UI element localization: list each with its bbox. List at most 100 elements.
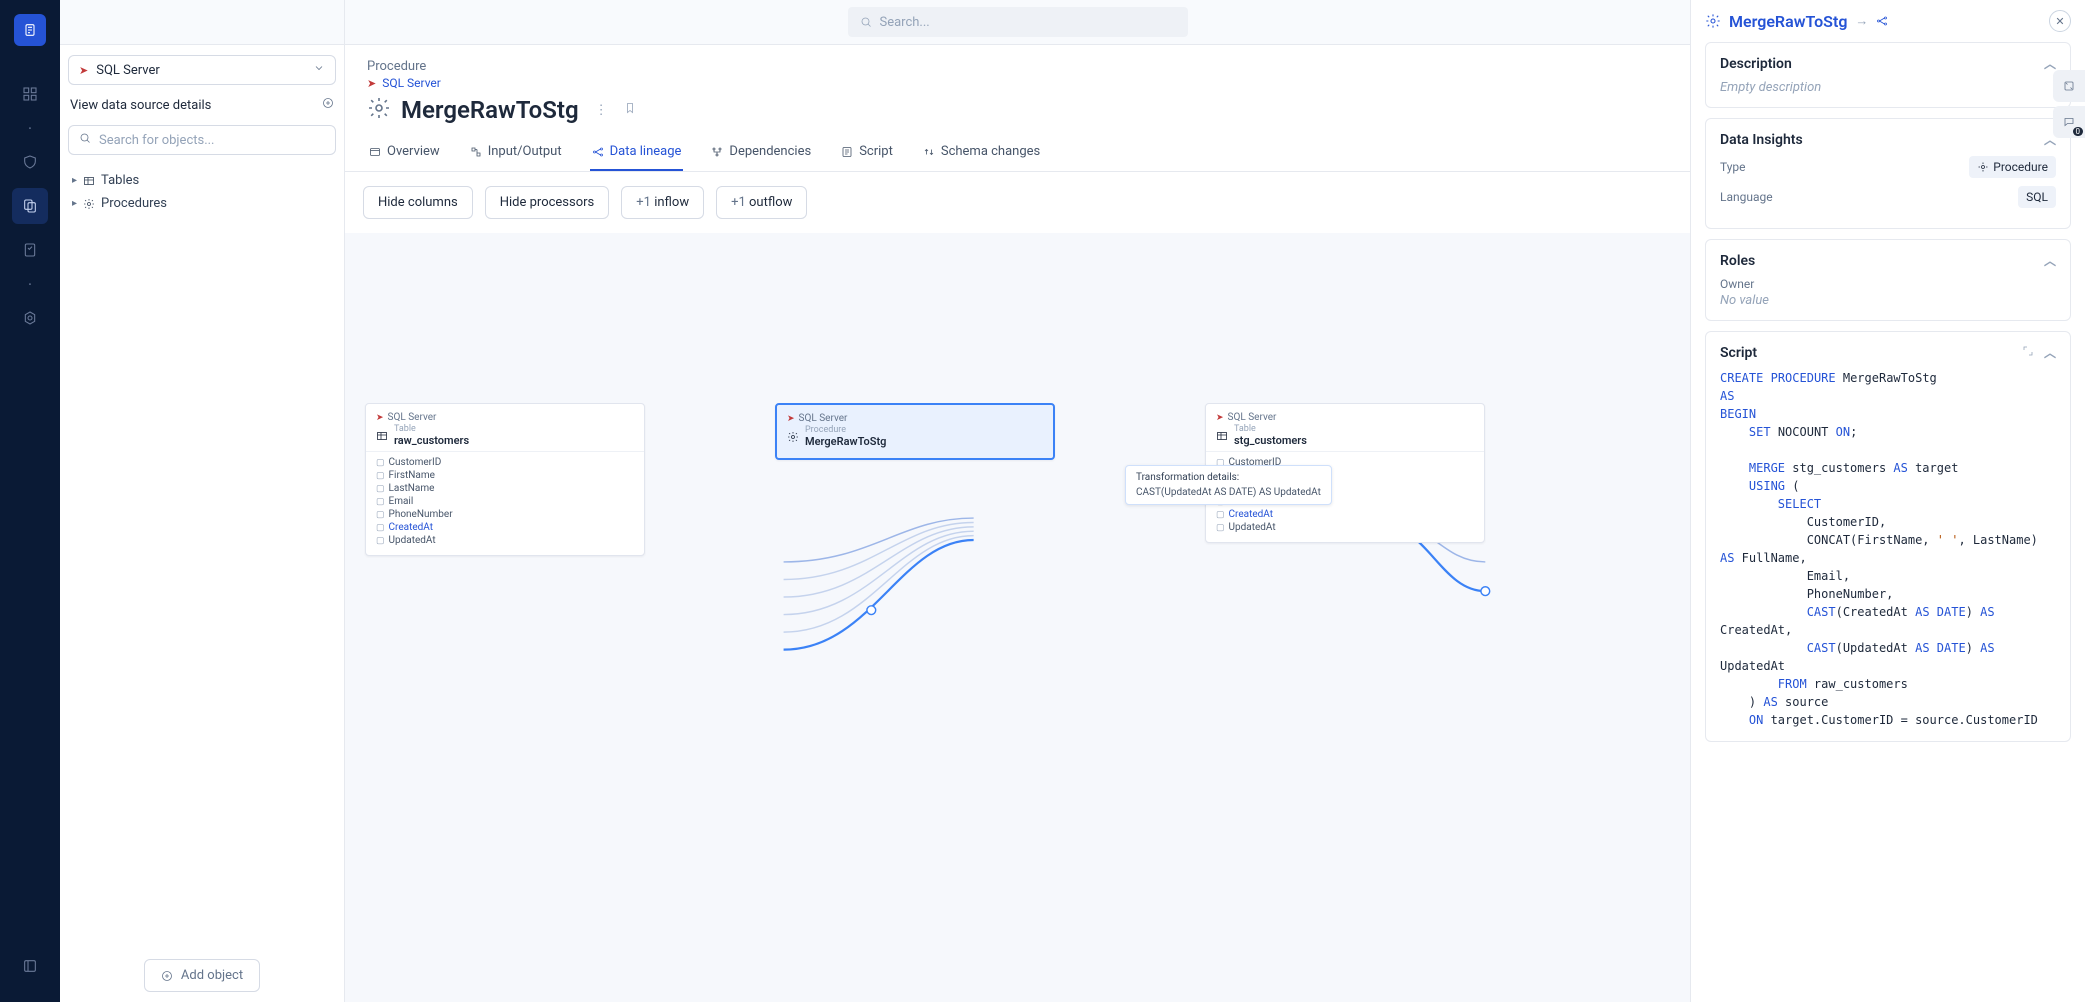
tab-io[interactable]: Input/Output bbox=[468, 134, 564, 171]
roles-heading: Roles bbox=[1720, 253, 1755, 269]
nav-catalog-icon[interactable] bbox=[12, 188, 48, 224]
chevron-down-icon bbox=[313, 62, 325, 78]
floating-comments-button[interactable]: 0 bbox=[2053, 106, 2085, 138]
column-updatedat[interactable]: ▢UpdatedAt bbox=[376, 534, 634, 547]
global-search-input[interactable]: Search... bbox=[848, 7, 1188, 37]
object-search-placeholder: Search for objects... bbox=[99, 133, 215, 148]
nav-separator-2: • bbox=[12, 276, 48, 292]
overview-icon bbox=[369, 146, 381, 158]
sqlserver-icon: ➤ bbox=[79, 64, 88, 77]
language-pill: SQL bbox=[2018, 186, 2056, 208]
tab-script[interactable]: Script bbox=[839, 134, 895, 171]
tab-overview[interactable]: Overview bbox=[367, 134, 442, 171]
column-lastname[interactable]: ▢LastName bbox=[376, 482, 634, 495]
global-search-placeholder: Search... bbox=[880, 15, 930, 30]
script-code: CREATE PROCEDURE MergeRawToStg AS BEGIN … bbox=[1720, 369, 2056, 729]
column-updatedat[interactable]: ▢UpdatedAt bbox=[1216, 521, 1474, 534]
gear-icon bbox=[1977, 161, 1989, 173]
io-icon bbox=[470, 146, 482, 158]
caret-right-icon: ▸ bbox=[72, 198, 77, 209]
column-customerid[interactable]: ▢CustomerID bbox=[376, 456, 634, 469]
arrow-right-icon: → bbox=[1855, 13, 1868, 29]
tab-schema-label: Schema changes bbox=[941, 144, 1040, 159]
add-object-button[interactable]: Add object bbox=[144, 959, 260, 992]
description-empty: Empty description bbox=[1720, 80, 2056, 95]
insights-heading: Data Insights bbox=[1720, 132, 1803, 148]
comments-badge: 0 bbox=[2073, 127, 2084, 136]
tab-lineage[interactable]: Data lineage bbox=[590, 134, 684, 171]
more-menu-button[interactable]: ⋮ bbox=[595, 103, 608, 118]
tree-procedures-label: Procedures bbox=[101, 196, 167, 211]
chevron-up-icon[interactable]: ︿ bbox=[2044, 252, 2056, 269]
nav-collapse-icon[interactable] bbox=[12, 948, 48, 984]
lineage-icon bbox=[592, 146, 604, 158]
schema-icon bbox=[923, 146, 935, 158]
plus-circle-icon bbox=[161, 970, 173, 982]
page-title: MergeRawToStg bbox=[401, 96, 579, 124]
nav-settings-icon[interactable] bbox=[12, 300, 48, 336]
caret-right-icon: ▸ bbox=[72, 175, 77, 186]
data-insights-card: Data Insights ︿ Type Procedure Language … bbox=[1705, 118, 2071, 229]
add-icon[interactable] bbox=[322, 97, 334, 113]
transformation-tooltip: Transformation details: CAST(UpdatedAt A… bbox=[1125, 465, 1332, 505]
deps-icon bbox=[711, 146, 723, 158]
type-pill: Procedure bbox=[1969, 156, 2056, 178]
gear-icon bbox=[787, 431, 799, 443]
tab-deps-label: Dependencies bbox=[729, 144, 811, 159]
lineage-icon[interactable] bbox=[1876, 15, 1888, 27]
breadcrumb-source-label: SQL Server bbox=[382, 76, 441, 90]
search-icon bbox=[79, 132, 91, 148]
tab-deps[interactable]: Dependencies bbox=[709, 134, 813, 171]
column-phonenumber[interactable]: ▢PhoneNumber bbox=[376, 508, 634, 521]
owner-value: No value bbox=[1720, 293, 2056, 308]
tab-schema[interactable]: Schema changes bbox=[921, 134, 1042, 171]
lineage-node-procedure[interactable]: ➤SQL Server Procedure MergeRawToStg bbox=[775, 403, 1055, 460]
datasource-name: SQL Server bbox=[96, 63, 160, 78]
datasource-select[interactable]: ➤ SQL Server bbox=[68, 55, 336, 85]
column-firstname[interactable]: ▢FirstName bbox=[376, 469, 634, 482]
close-button[interactable]: ✕ bbox=[2049, 10, 2071, 32]
chevron-up-icon[interactable]: ︿ bbox=[2044, 344, 2056, 361]
nav-separator: • bbox=[12, 120, 48, 136]
search-icon bbox=[860, 16, 872, 28]
roles-card: Roles ︿ Owner No value bbox=[1705, 239, 2071, 321]
sqlserver-icon: ➤ bbox=[367, 77, 376, 90]
type-label: Type bbox=[1720, 160, 1746, 174]
hide-processors-button[interactable]: Hide processors bbox=[485, 186, 610, 219]
description-card: Description ︿ Empty description bbox=[1705, 42, 2071, 108]
object-search-input[interactable]: Search for objects... bbox=[68, 125, 336, 155]
nav-security-icon[interactable] bbox=[12, 144, 48, 180]
expand-icon[interactable] bbox=[2022, 345, 2034, 360]
tab-io-label: Input/Output bbox=[488, 144, 562, 159]
bookmark-button[interactable] bbox=[624, 102, 636, 118]
column-email[interactable]: ▢Email bbox=[376, 495, 634, 508]
column-createdat[interactable]: ▢CreatedAt bbox=[1216, 508, 1474, 521]
column-createdat[interactable]: ▢CreatedAt bbox=[376, 521, 634, 534]
app-logo[interactable] bbox=[14, 14, 46, 46]
breadcrumb-source-link[interactable]: ➤ SQL Server bbox=[367, 76, 1668, 90]
table-icon bbox=[83, 175, 95, 187]
nav-tasks-icon[interactable] bbox=[12, 232, 48, 268]
hide-columns-button[interactable]: Hide columns bbox=[363, 186, 473, 219]
tree-procedures[interactable]: ▸ Procedures bbox=[68, 192, 336, 215]
lineage-node-raw-customers[interactable]: ➤SQL Server Table raw_customers ▢Custome… bbox=[365, 403, 645, 556]
tab-script-label: Script bbox=[859, 144, 893, 159]
gear-icon bbox=[367, 96, 391, 124]
script-card: Script ︿ CREATE PROCEDURE MergeRawToStg … bbox=[1705, 331, 2071, 742]
language-label: Language bbox=[1720, 190, 1773, 204]
gear-icon bbox=[83, 198, 95, 210]
floating-expand-button[interactable] bbox=[2053, 70, 2085, 102]
nav-dashboard-icon[interactable] bbox=[12, 76, 48, 112]
gear-icon bbox=[1705, 13, 1721, 29]
inflow-button[interactable]: +1 inflow bbox=[621, 186, 704, 219]
tab-lineage-label: Data lineage bbox=[610, 144, 682, 159]
script-icon bbox=[841, 146, 853, 158]
view-datasource-link[interactable]: View data source details bbox=[70, 98, 211, 113]
table-icon bbox=[376, 430, 388, 442]
outflow-button[interactable]: +1 outflow bbox=[716, 186, 807, 219]
tree-tables[interactable]: ▸ Tables bbox=[68, 169, 336, 192]
add-object-label: Add object bbox=[181, 968, 243, 983]
breadcrumb-type: Procedure bbox=[367, 59, 1668, 74]
right-panel-title[interactable]: MergeRawToStg bbox=[1729, 12, 1847, 31]
tree-tables-label: Tables bbox=[101, 173, 139, 188]
